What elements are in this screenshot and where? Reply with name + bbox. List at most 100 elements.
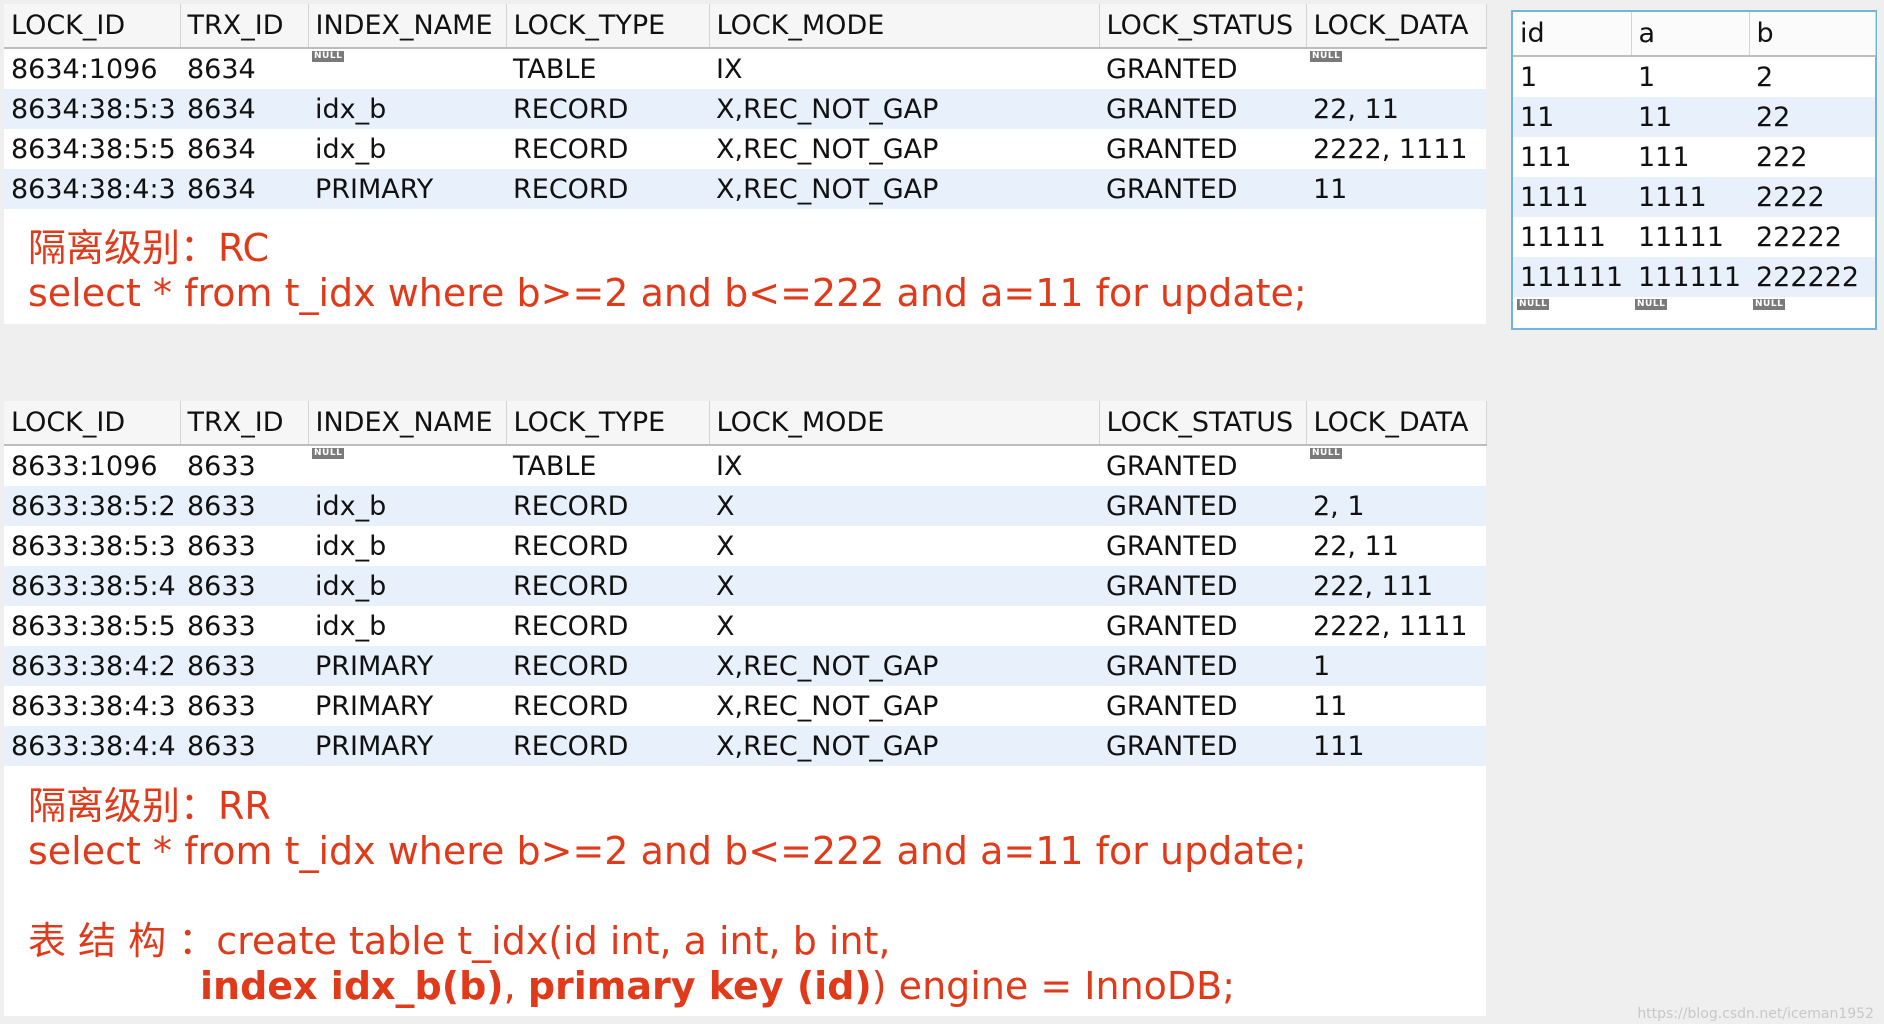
table-row[interactable]: 8633:1096 8633 NULL TABLE IX GRANTED NULL (4, 445, 1486, 486)
cell-a[interactable]: NULL (1631, 297, 1749, 315)
cell-index-name[interactable]: PRIMARY (308, 646, 506, 686)
cell-lock-id[interactable]: 8633:1096 (4, 445, 180, 486)
cell-lock-mode[interactable]: X,REC_NOT_GAP (709, 686, 1099, 726)
cell-lock-status[interactable]: GRANTED (1099, 566, 1306, 606)
table-row[interactable]: 8633:38:4:2 8633 PRIMARY RECORD X,REC_NOT_GA… (4, 646, 1486, 686)
table-row[interactable]: 8634:1096 8634 NULL TABLE IX GRANTED NULL (4, 48, 1486, 89)
cell-index-name[interactable]: NULL (308, 48, 506, 89)
cell-index-name[interactable]: PRIMARY (308, 686, 506, 726)
cell-lock-mode[interactable]: X (709, 606, 1099, 646)
cell-lock-data[interactable]: 2222, 1111 (1306, 129, 1486, 169)
cell-lock-mode[interactable]: X (709, 566, 1099, 606)
cell-lock-data[interactable]: 111 (1306, 726, 1486, 766)
cell-lock-id[interactable]: 8633:38:4:4 (4, 726, 180, 766)
cell-trx-id[interactable]: 8633 (180, 445, 308, 486)
cell-lock-id[interactable]: 8633:38:5:3 (4, 526, 180, 566)
cell-b[interactable]: 2 (1749, 56, 1875, 97)
cell-lock-status[interactable]: GRANTED (1099, 726, 1306, 766)
table-row[interactable]: 112 (1513, 56, 1875, 97)
cell-lock-type[interactable]: RECORD (506, 606, 709, 646)
cell-lock-data[interactable]: 22, 11 (1306, 89, 1486, 129)
cell-lock-type[interactable]: RECORD (506, 526, 709, 566)
cell-lock-type[interactable]: TABLE (506, 445, 709, 486)
cell-lock-data[interactable]: 11 (1306, 686, 1486, 726)
cell-lock-data[interactable]: NULL (1306, 445, 1486, 486)
table-row[interactable]: 11 11 22 (1513, 97, 1875, 137)
column-header-lock-id[interactable]: LOCK_ID (4, 401, 181, 446)
cell-a[interactable]: 1 (1631, 56, 1749, 97)
cell-lock-type[interactable]: RECORD (506, 726, 709, 766)
table-row[interactable]: 111 111 222 (1513, 137, 1875, 177)
cell-id[interactable]: 1 (1513, 56, 1631, 97)
cell-lock-mode[interactable]: X,REC_NOT_GAP (709, 169, 1099, 209)
column-header-index-name[interactable]: INDEX_NAME (308, 401, 507, 446)
cell-lock-type[interactable]: RECORD (506, 686, 709, 726)
cell-lock-type[interactable]: RECORD (506, 169, 709, 209)
cell-lock-data[interactable]: 2, 1 (1306, 486, 1486, 526)
cell-lock-mode[interactable]: X (709, 526, 1099, 566)
cell-id[interactable]: 11111 (1513, 217, 1631, 257)
cell-lock-mode[interactable]: X,REC_NOT_GAP (709, 646, 1099, 686)
cell-lock-status[interactable]: GRANTED (1099, 48, 1306, 89)
cell-lock-id[interactable]: 8634:1096 (4, 48, 180, 89)
cell-a[interactable]: 111111 (1631, 257, 1749, 297)
column-header-lock-mode[interactable]: LOCK_MODE (709, 401, 1100, 446)
cell-lock-id[interactable]: 8633:38:5:2 (4, 486, 180, 526)
cell-lock-mode[interactable]: X (709, 486, 1099, 526)
cell-lock-id[interactable]: 8634:38:5:5 (4, 129, 180, 169)
cell-lock-data[interactable]: 1 (1306, 646, 1486, 686)
cell-b[interactable]: 222222 (1749, 257, 1875, 297)
cell-index-name[interactable]: idx_b (308, 606, 506, 646)
cell-trx-id[interactable]: 8633 (180, 646, 308, 686)
cell-index-name[interactable]: idx_b (308, 129, 506, 169)
cell-trx-id[interactable]: 8633 (180, 726, 308, 766)
cell-lock-id[interactable]: 8634:38:5:3 (4, 89, 180, 129)
new-row-placeholder[interactable]: NULL NULL NULL (1513, 297, 1875, 315)
cell-trx-id[interactable]: 8634 (180, 169, 308, 209)
column-header-a[interactable]: a (1631, 12, 1750, 57)
cell-lock-type[interactable]: RECORD (506, 129, 709, 169)
cell-lock-mode[interactable]: IX (709, 48, 1099, 89)
cell-lock-data[interactable]: 222, 111 (1306, 566, 1486, 606)
cell-id[interactable]: 1111 (1513, 177, 1631, 217)
cell-lock-id[interactable]: 8634:38:4:3 (4, 169, 180, 209)
cell-lock-mode[interactable]: IX (709, 445, 1099, 486)
table-row[interactable]: 8634:38:4:3 8634 PRIMARY RECORD X,REC_NOT_GA… (4, 169, 1486, 209)
column-header-trx-id[interactable]: TRX_ID (180, 4, 309, 49)
table-row[interactable]: 111111 111111 222222 (1513, 257, 1875, 297)
cell-lock-status[interactable]: GRANTED (1099, 89, 1306, 129)
cell-b[interactable]: 22222 (1749, 217, 1875, 257)
cell-lock-type[interactable]: RECORD (506, 486, 709, 526)
cell-a[interactable]: 111 (1631, 137, 1749, 177)
cell-trx-id[interactable]: 8633 (180, 526, 308, 566)
cell-id[interactable]: 111 (1513, 137, 1631, 177)
cell-index-name[interactable]: idx_b (308, 89, 506, 129)
cell-b[interactable]: 22 (1749, 97, 1875, 137)
column-header-b[interactable]: b (1749, 12, 1876, 57)
cell-a[interactable]: 11111 (1631, 217, 1749, 257)
cell-lock-data[interactable]: 11 (1306, 169, 1486, 209)
cell-lock-type[interactable]: RECORD (506, 566, 709, 606)
cell-id[interactable]: NULL (1513, 297, 1631, 315)
table-row[interactable]: 8634:38:5:5 8634 idx_b RECORD X,REC_NOT_GAP G… (4, 129, 1486, 169)
cell-trx-id[interactable]: 8633 (180, 486, 308, 526)
table-row[interactable]: 11111 11111 22222 (1513, 217, 1875, 257)
cell-lock-mode[interactable]: X,REC_NOT_GAP (709, 129, 1099, 169)
table-row[interactable]: 8633:38:5:2 8633 idx_b RECORD X GRANTED 2, 1 (4, 486, 1486, 526)
cell-lock-id[interactable]: 8633:38:4:2 (4, 646, 180, 686)
column-header-lock-type[interactable]: LOCK_TYPE (506, 4, 710, 49)
cell-lock-type[interactable]: RECORD (506, 646, 709, 686)
column-header-index-name[interactable]: INDEX_NAME (308, 4, 507, 49)
column-header-trx-id[interactable]: TRX_ID (180, 401, 309, 446)
cell-index-name[interactable]: idx_b (308, 566, 506, 606)
table-row[interactable]: 8634:38:5:3 8634 idx_b RECORD X,REC_NOT_GAP G… (4, 89, 1486, 129)
cell-lock-type[interactable]: RECORD (506, 89, 709, 129)
table-row[interactable]: 1111 1111 2222 (1513, 177, 1875, 217)
cell-index-name[interactable]: PRIMARY (308, 726, 506, 766)
cell-lock-status[interactable]: GRANTED (1099, 606, 1306, 646)
cell-lock-status[interactable]: GRANTED (1099, 646, 1306, 686)
cell-lock-status[interactable]: GRANTED (1099, 169, 1306, 209)
table-row[interactable]: 8633:38:5:5 8633 idx_b RECORD X GRANTED 2222, … (4, 606, 1486, 646)
cell-trx-id[interactable]: 8633 (180, 606, 308, 646)
table-row[interactable]: 8633:38:4:3 8633 PRIMARY RECORD X,REC_NOT_GA… (4, 686, 1486, 726)
